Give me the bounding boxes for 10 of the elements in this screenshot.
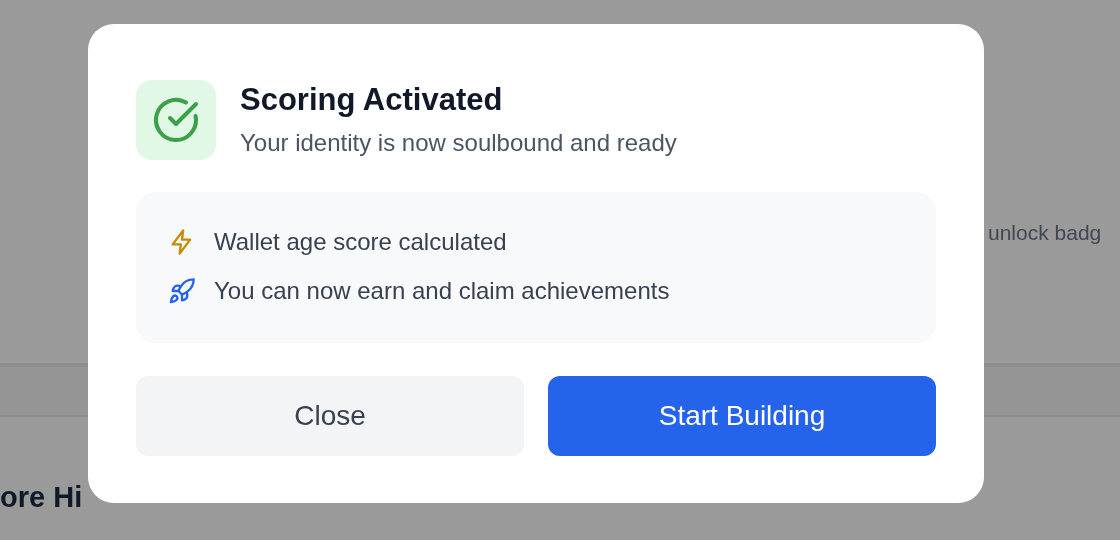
background-text: unlock badg xyxy=(988,221,1102,245)
info-text: Wallet age score calculated xyxy=(214,227,507,257)
start-building-button[interactable]: Start Building xyxy=(548,376,936,456)
close-button[interactable]: Close xyxy=(136,376,524,456)
info-text: You can now earn and claim achievements xyxy=(214,276,670,306)
section-heading: ore Hi xyxy=(0,481,83,514)
dialog-title: Scoring Activated xyxy=(240,81,504,119)
dialog-subtitle: Your identity is now soulbound and ready xyxy=(240,128,677,158)
rocket-icon xyxy=(168,277,196,305)
check-circle-icon xyxy=(152,96,200,144)
